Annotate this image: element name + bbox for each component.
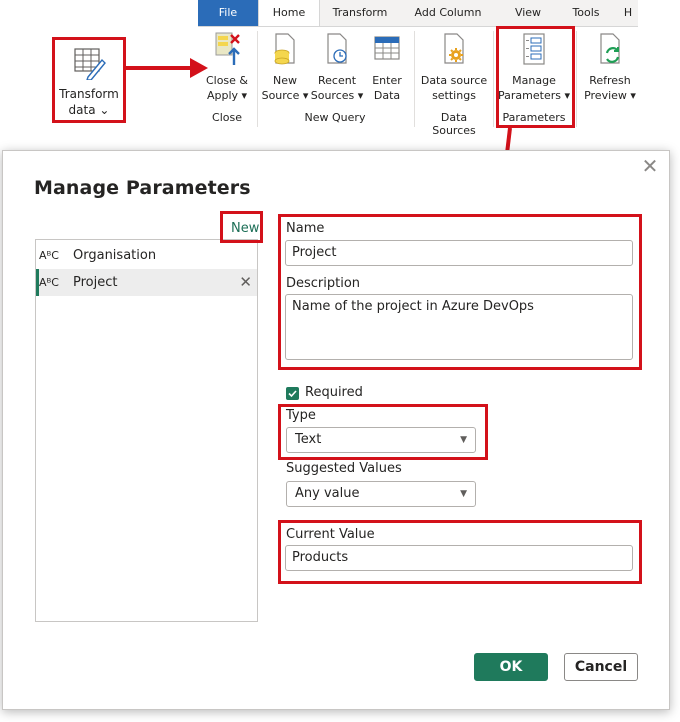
- parameter-name: Organisation: [73, 248, 157, 263]
- enter-data-label-2: Data: [373, 89, 401, 102]
- type-value: Text: [295, 432, 322, 447]
- ribbon: File Home Transform Add Column View Tool…: [198, 0, 638, 137]
- new-source-label-2: Source ▾: [261, 89, 309, 102]
- tab-home[interactable]: Home: [258, 0, 320, 27]
- close-apply-icon: [215, 32, 240, 65]
- chevron-down-icon: ▼: [460, 489, 467, 499]
- recent-sources-label-1: Recent: [317, 74, 357, 87]
- ribbon-separator: [257, 31, 258, 127]
- list-item-organisation[interactable]: AᴮC Organisation: [36, 242, 257, 269]
- ribbon-separator: [414, 31, 415, 127]
- manage-parameters-dialog: ✕ Manage Parameters New AᴮC Organisation…: [2, 150, 670, 710]
- current-value-input[interactable]: Products: [285, 545, 633, 571]
- data-source-settings-label-2: settings: [432, 89, 476, 102]
- arrow-to-ribbon-icon: [126, 58, 208, 78]
- name-input[interactable]: Project: [285, 240, 633, 266]
- refresh-preview-button[interactable]: Refresh Preview ▾: [582, 27, 638, 111]
- new-source-button[interactable]: New Source ▾: [260, 27, 310, 111]
- tab-add-column[interactable]: Add Column: [406, 0, 490, 26]
- group-label-new-query: New Query: [304, 111, 366, 124]
- recent-sources-icon: [327, 33, 347, 64]
- data-source-settings-button[interactable]: Data source settings: [418, 27, 490, 111]
- enter-data-label-1: Enter: [372, 74, 402, 87]
- enter-data-table-icon: [374, 36, 400, 60]
- data-source-settings-label-1: Data source: [420, 74, 488, 87]
- tab-tools[interactable]: Tools: [558, 0, 614, 26]
- cancel-button[interactable]: Cancel: [564, 653, 638, 681]
- close-apply-label-2: Apply ▾: [206, 89, 248, 102]
- ribbon-separator: [576, 31, 577, 127]
- text-type-icon: AᴮC: [39, 276, 59, 289]
- group-label-parameters: Parameters: [502, 111, 566, 124]
- chevron-down-icon: ▼: [460, 435, 467, 445]
- ribbon-tab-bar: File Home Transform Add Column View Tool…: [198, 0, 638, 27]
- recent-sources-button[interactable]: Recent Sources ▾: [310, 27, 364, 111]
- dialog-title: Manage Parameters: [34, 177, 251, 199]
- type-label: Type: [286, 408, 316, 423]
- description-label: Description: [286, 276, 361, 291]
- data-source-settings-icon: [444, 33, 464, 64]
- ribbon-separator: [493, 31, 494, 127]
- manage-parameters-button[interactable]: Manage Parameters ▾: [496, 27, 572, 111]
- refresh-preview-icon: [600, 33, 620, 64]
- required-label: Required: [305, 385, 363, 400]
- text-type-icon: AᴮC: [39, 249, 59, 262]
- ok-button[interactable]: OK: [474, 653, 548, 681]
- enter-data-button[interactable]: Enter Data: [364, 27, 410, 111]
- list-item-project[interactable]: AᴮC Project ✕: [36, 269, 257, 296]
- suggested-values-label: Suggested Values: [286, 461, 402, 476]
- refresh-preview-label-1: Refresh: [589, 74, 631, 87]
- description-textarea[interactable]: Name of the project in Azure DevOps: [285, 294, 633, 360]
- refresh-preview-label-2: Preview ▾: [584, 89, 636, 102]
- suggested-values-select[interactable]: Any value ▼: [286, 481, 476, 507]
- checkmark-icon: [288, 390, 297, 398]
- ribbon-panel: Close & Apply ▾ Close New Source ▾ Recen…: [198, 26, 638, 137]
- tab-help[interactable]: H: [618, 0, 638, 26]
- transform-data-icon: [74, 48, 106, 80]
- delete-icon[interactable]: ✕: [239, 269, 252, 296]
- group-label-data-sources: Data Sources: [432, 111, 476, 137]
- name-label: Name: [286, 221, 325, 236]
- manage-parameters-label-1: Manage: [512, 74, 556, 87]
- current-value-label: Current Value: [286, 527, 375, 542]
- group-label-close: Close: [212, 111, 242, 124]
- parameter-name: Project: [73, 275, 118, 290]
- transform-data-button[interactable]: Transform data ⌄: [52, 37, 126, 123]
- parameter-list: AᴮC Organisation AᴮC Project ✕: [35, 239, 258, 622]
- new-parameter-link[interactable]: New: [231, 221, 259, 236]
- close-icon[interactable]: ✕: [641, 156, 659, 176]
- tab-transform[interactable]: Transform: [320, 0, 400, 26]
- required-checkbox[interactable]: [286, 387, 299, 400]
- tab-file[interactable]: File: [198, 0, 258, 26]
- new-source-icon: [274, 33, 295, 65]
- transform-data-label-1: Transform: [59, 87, 119, 101]
- tab-view[interactable]: View: [500, 0, 556, 26]
- new-source-label-1: New: [273, 74, 297, 87]
- type-select[interactable]: Text ▼: [286, 427, 476, 453]
- transform-data-label-2: data ⌄: [68, 103, 110, 117]
- manage-parameters-label-2: Parameters ▾: [498, 89, 570, 102]
- recent-sources-label-2: Sources ▾: [310, 89, 364, 102]
- manage-parameters-icon: [523, 33, 545, 65]
- suggested-values-value: Any value: [295, 486, 360, 501]
